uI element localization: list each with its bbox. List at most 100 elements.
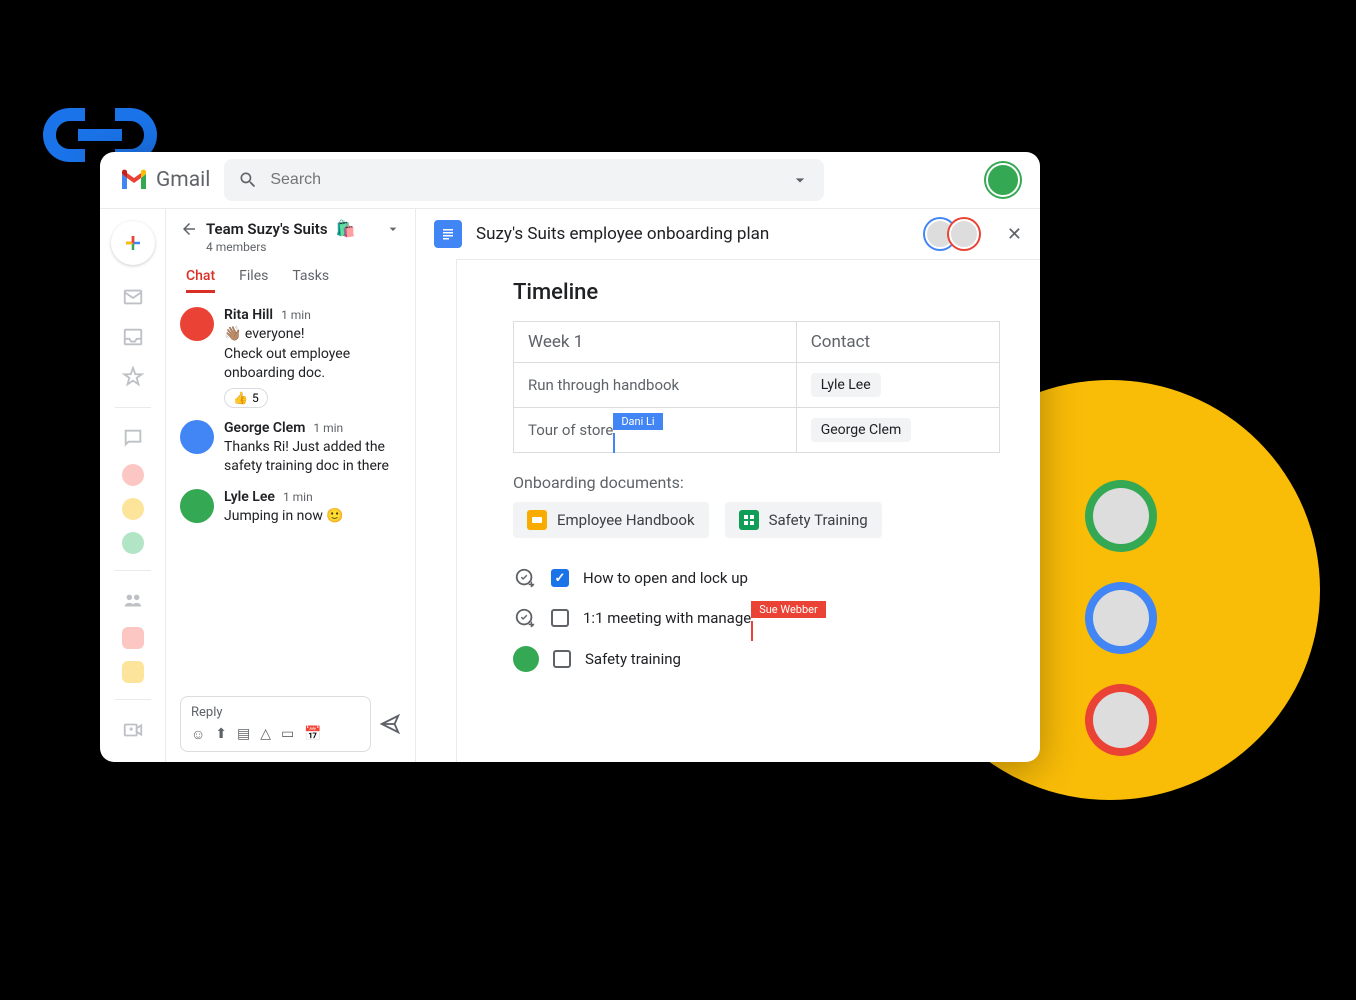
rail-divider	[115, 570, 151, 571]
table-cell: Tour of storeDani Li	[514, 408, 797, 453]
contact-chip[interactable]: Lyle Lee	[811, 373, 881, 397]
cursor-label: Dani Li	[613, 413, 662, 430]
task-text: 1:1 meeting with manageSue Webber	[583, 609, 751, 627]
contact-chip[interactable]: George Clem	[811, 418, 912, 442]
tab-chat[interactable]: Chat	[186, 268, 215, 293]
back-arrow-icon[interactable]	[180, 220, 198, 238]
members-count[interactable]: 4 members	[206, 240, 401, 254]
close-icon[interactable]: ✕	[1007, 224, 1022, 245]
meet-icon[interactable]	[113, 712, 153, 748]
doc-chip-safety[interactable]: Safety Training	[725, 502, 882, 538]
search-options-icon[interactable]	[790, 170, 810, 190]
search-bar[interactable]	[224, 159, 824, 201]
task-text: Safety training	[585, 650, 681, 668]
assign-task-icon[interactable]	[513, 606, 537, 630]
message: George Clem 1 min Thanks Ri! Just added t…	[180, 414, 401, 483]
floating-avatar	[1085, 582, 1157, 654]
inbox-icon[interactable]	[113, 319, 153, 355]
profile-avatar[interactable]	[986, 163, 1020, 197]
mail-icon[interactable]	[113, 279, 153, 315]
document-title: Suzy's Suits employee onboarding plan	[476, 224, 769, 244]
message: Lyle Lee1 min Jumping in now 🙂	[180, 483, 401, 533]
floating-avatars-group	[1085, 480, 1157, 756]
space-name: Team Suzy's Suits	[206, 220, 328, 238]
calendar-icon[interactable]: 📅	[304, 726, 321, 743]
message-author: Lyle Lee	[224, 489, 275, 505]
gmail-icon	[120, 169, 148, 191]
document-body[interactable]: Timeline Week 1 Contact Run through hand…	[456, 259, 1040, 762]
avatar[interactable]	[180, 307, 214, 341]
message: Rita Hill 1 min 👋🏽 everyone! Check out em…	[180, 301, 401, 414]
send-icon[interactable]	[379, 713, 401, 735]
reaction-chip[interactable]: 👍5	[224, 388, 268, 408]
task-row: Safety training	[513, 638, 1000, 680]
star-icon[interactable]	[113, 359, 153, 395]
rail-divider	[115, 407, 151, 408]
table-cell: George Clem	[796, 408, 999, 453]
chat-icon[interactable]	[113, 420, 153, 456]
upload-icon[interactable]: ⬆	[215, 726, 227, 743]
avatar[interactable]	[180, 420, 214, 454]
reaction-count: 5	[252, 391, 259, 405]
compose-button[interactable]	[111, 221, 155, 265]
app-header: Gmail	[100, 152, 1040, 208]
reply-input[interactable]: Reply ☺ ⬆ ▤ △ ▭ 📅	[180, 696, 371, 752]
drive-file-icon[interactable]: ▤	[237, 726, 250, 743]
table-header-cell: Contact	[796, 322, 999, 363]
reaction-emoji: 👍	[233, 391, 248, 405]
doc-chip-handbook[interactable]: Employee Handbook	[513, 502, 709, 538]
space-header: Team Suzy's Suits 🛍️ 4 members	[166, 209, 415, 260]
emoji-icon[interactable]: ☺	[191, 726, 205, 743]
document-header: Suzy's Suits employee onboarding plan ✕	[416, 209, 1040, 259]
space-indicator-square[interactable]	[122, 627, 144, 649]
chat-panel: Team Suzy's Suits 🛍️ 4 members Chat File…	[166, 209, 416, 762]
message-time: 1 min	[313, 421, 343, 435]
spaces-icon[interactable]	[113, 583, 153, 619]
message-author: George Clem	[224, 420, 305, 436]
task-avatar[interactable]	[513, 646, 539, 672]
table-header-row: Week 1 Contact	[514, 322, 1000, 363]
docs-icon	[434, 220, 462, 248]
gmail-window: Gmail	[100, 152, 1040, 762]
search-input[interactable]	[270, 171, 778, 189]
space-indicator-dot[interactable]	[122, 498, 144, 520]
doc-chip-label: Employee Handbook	[557, 511, 695, 529]
table-cell: Run through handbook	[514, 363, 797, 408]
space-indicator-dot[interactable]	[122, 464, 144, 486]
message-text: 👋🏽 everyone! Check out employee onboardi…	[224, 325, 401, 384]
message-text: Thanks Ri! Just added the safety trainin…	[224, 438, 401, 477]
reply-box: Reply ☺ ⬆ ▤ △ ▭ 📅	[166, 688, 415, 762]
table-row: Tour of storeDani Li George Clem	[514, 408, 1000, 453]
floating-avatar	[1085, 684, 1157, 756]
message-author: Rita Hill	[224, 307, 273, 323]
video-icon[interactable]: ▭	[281, 726, 294, 743]
message-list: Rita Hill 1 min 👋🏽 everyone! Check out em…	[166, 293, 415, 688]
rail-divider	[115, 699, 151, 700]
avatar[interactable]	[180, 489, 214, 523]
gmail-logo[interactable]: Gmail	[120, 168, 210, 192]
chevron-down-icon[interactable]	[385, 221, 401, 237]
task-text: How to open and lock up	[583, 569, 748, 587]
checkbox[interactable]	[551, 609, 569, 627]
checkbox[interactable]	[553, 650, 571, 668]
message-time: 1 min	[281, 308, 311, 322]
drive-icon[interactable]: △	[260, 726, 271, 743]
assign-task-icon[interactable]	[513, 566, 537, 590]
collaborator-avatar[interactable]	[949, 219, 979, 249]
app-name: Gmail	[156, 168, 210, 192]
plus-icon	[121, 231, 145, 255]
tab-files[interactable]: Files	[239, 268, 268, 293]
checkbox[interactable]	[551, 569, 569, 587]
message-time: 1 min	[283, 490, 313, 504]
task-row: 1:1 meeting with manageSue Webber	[513, 598, 1000, 638]
onboarding-label: Onboarding documents:	[513, 473, 1000, 492]
collaborator-avatars[interactable]	[931, 219, 979, 249]
space-indicator-square[interactable]	[122, 661, 144, 683]
doc-chips-row: Employee Handbook Safety Training	[513, 502, 1000, 538]
doc-chip-label: Safety Training	[769, 511, 868, 529]
floating-avatar	[1085, 480, 1157, 552]
section-heading: Timeline	[513, 280, 1000, 305]
space-indicator-dot[interactable]	[122, 532, 144, 554]
tab-tasks[interactable]: Tasks	[292, 268, 329, 293]
table-header-cell: Week 1	[514, 322, 797, 363]
